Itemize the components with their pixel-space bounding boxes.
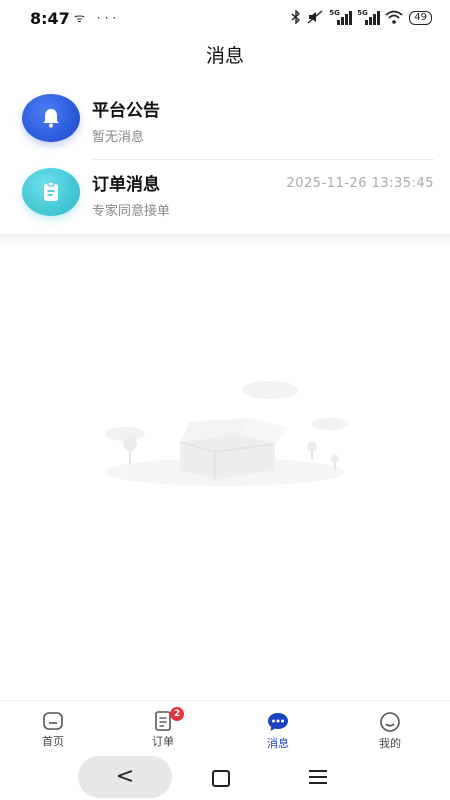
bluetooth-icon xyxy=(291,8,301,27)
list-bottom-shadow xyxy=(0,234,450,246)
page-header: 消息 xyxy=(0,36,450,76)
tab-label: 消息 xyxy=(267,737,289,750)
tab-messages[interactable]: 消息 xyxy=(243,711,313,751)
battery-icon: 49 xyxy=(409,11,432,25)
message-item-announcement[interactable]: 平台公告 暂无消息 xyxy=(0,84,450,160)
message-icon xyxy=(268,713,288,731)
message-title: 平台公告 xyxy=(92,101,160,121)
profile-icon xyxy=(380,712,400,732)
tab-label: 我的 xyxy=(379,737,401,750)
signal-icon-2: 5G xyxy=(357,9,381,25)
bottom-tab-bar: 首页 2 订单 消息 我的 xyxy=(0,700,450,755)
message-time: 2025-11-26 13:35:45 xyxy=(286,176,434,191)
order-badge: 2 xyxy=(170,707,184,721)
home-icon xyxy=(43,712,63,730)
nav-menu-button[interactable] xyxy=(309,770,327,788)
bell-icon xyxy=(43,109,59,128)
announcement-avatar xyxy=(22,94,80,142)
nav-home-button[interactable] xyxy=(212,770,230,787)
tab-orders[interactable]: 2 订单 xyxy=(128,707,198,749)
empty-box-illustration xyxy=(90,372,360,492)
status-left-icons: ᯤ ··· xyxy=(74,11,121,25)
tab-label: 订单 xyxy=(152,735,174,748)
network-label-2: 5G xyxy=(357,9,368,17)
signal-icon-1: 5G xyxy=(329,9,353,25)
message-subtitle: 专家同意接单 xyxy=(92,204,171,219)
message-subtitle: 暂无消息 xyxy=(92,130,145,145)
tab-profile[interactable]: 我的 xyxy=(355,711,425,751)
order-message-avatar xyxy=(22,168,80,216)
message-item-order[interactable]: 订单消息 2025-11-26 13:35:45 专家同意接单 xyxy=(0,158,450,234)
network-label-1: 5G xyxy=(329,9,340,17)
page-title: 消息 xyxy=(205,45,244,67)
system-navigation-bar: < xyxy=(0,754,450,800)
clipboard-icon xyxy=(44,181,58,201)
mute-icon xyxy=(307,9,323,27)
tab-home[interactable]: 首页 xyxy=(18,711,88,749)
status-time: 8:47 xyxy=(30,9,70,28)
status-bar: 8:47 ᯤ ··· 5G 5G 49 xyxy=(0,0,450,36)
tab-label: 首页 xyxy=(42,735,64,748)
wifi-icon xyxy=(385,10,403,27)
status-right-icons: 5G 5G 49 xyxy=(291,8,432,27)
nav-back-button[interactable]: < xyxy=(78,756,172,798)
message-title: 订单消息 xyxy=(92,175,160,195)
